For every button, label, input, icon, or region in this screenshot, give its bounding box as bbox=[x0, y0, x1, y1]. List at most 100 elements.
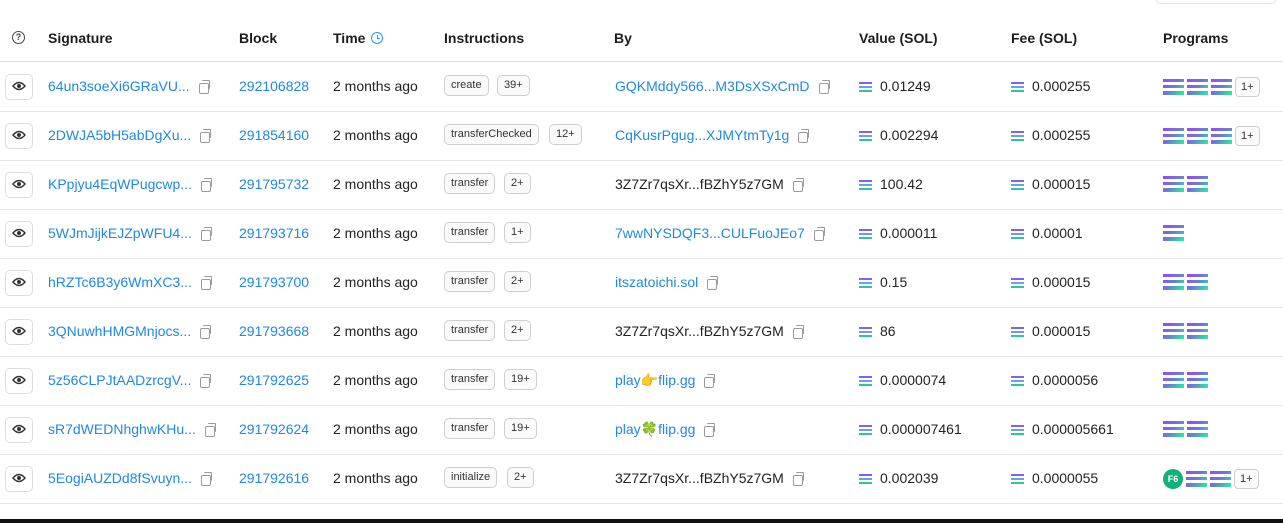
solana-program-icon[interactable] bbox=[1163, 322, 1184, 339]
signature-link[interactable]: 2DWJA5bH5abDgXu... bbox=[48, 127, 191, 143]
by-address[interactable]: play🍀flip.gg bbox=[615, 421, 695, 437]
solana-program-icon[interactable] bbox=[1187, 322, 1208, 339]
instruction-count-badge[interactable]: 2+ bbox=[504, 271, 531, 292]
copy-icon[interactable] bbox=[798, 129, 810, 143]
instruction-count-badge[interactable]: 12+ bbox=[549, 124, 582, 145]
signature-link[interactable]: hRZTc6B3y6WmXC3... bbox=[48, 274, 192, 290]
instruction-badge[interactable]: transfer bbox=[444, 418, 496, 439]
copy-icon[interactable] bbox=[704, 374, 716, 388]
copy-icon[interactable] bbox=[200, 374, 212, 388]
programs-more-badge[interactable]: 1+ bbox=[1235, 77, 1260, 97]
solana-program-icon[interactable] bbox=[1163, 371, 1184, 388]
block-link[interactable]: 292106828 bbox=[239, 78, 309, 94]
copy-icon[interactable] bbox=[704, 423, 716, 437]
program-avatar-f6[interactable]: F6 bbox=[1163, 469, 1183, 489]
signature-link[interactable]: 5WJmJijkEJZpWFU4... bbox=[48, 225, 192, 241]
block-link[interactable]: 291795732 bbox=[239, 176, 309, 192]
block-link[interactable]: 291793668 bbox=[239, 323, 309, 339]
view-details-button[interactable] bbox=[5, 123, 33, 149]
signature-link[interactable]: 3QNuwhHMGMnjocs... bbox=[48, 323, 191, 339]
instruction-badge[interactable]: transfer bbox=[444, 271, 496, 292]
instruction-count-badge[interactable]: 19+ bbox=[504, 418, 537, 439]
table-row[interactable]: 5EogiAUZDd8fSvuyn... 291792616 2 months … bbox=[0, 454, 1283, 504]
copy-icon[interactable] bbox=[792, 178, 804, 192]
copy-icon[interactable] bbox=[200, 129, 212, 143]
solana-program-icon[interactable] bbox=[1211, 128, 1232, 144]
copy-icon[interactable] bbox=[707, 276, 719, 290]
view-details-button[interactable] bbox=[5, 466, 33, 492]
table-row[interactable]: 3QNuwhHMGMnjocs... 291793668 2 months ag… bbox=[0, 307, 1283, 357]
solana-program-icon[interactable] bbox=[1187, 420, 1208, 437]
solana-program-icon[interactable] bbox=[1187, 371, 1208, 388]
table-row[interactable]: hRZTc6B3y6WmXC3... 291793700 2 months ag… bbox=[0, 258, 1283, 308]
view-details-button[interactable] bbox=[5, 319, 33, 345]
solana-program-icon[interactable] bbox=[1163, 273, 1184, 290]
instruction-badge[interactable]: transfer bbox=[444, 173, 496, 194]
clock-icon[interactable] bbox=[371, 32, 384, 44]
solana-program-icon[interactable] bbox=[1186, 471, 1207, 487]
solana-program-icon[interactable] bbox=[1187, 273, 1208, 290]
by-address[interactable]: 7wwNYSDQF3...CULFuoJEo7 bbox=[615, 225, 805, 241]
programs-more-badge[interactable]: 1+ bbox=[1234, 469, 1259, 489]
table-row[interactable]: 2DWJA5bH5abDgXu... 291854160 2 months ag… bbox=[0, 111, 1283, 161]
block-link[interactable]: 291792624 bbox=[239, 421, 309, 437]
help-icon[interactable]: ? bbox=[12, 31, 25, 44]
instruction-count-badge[interactable]: 1+ bbox=[504, 222, 531, 243]
block-link[interactable]: 291854160 bbox=[239, 127, 309, 143]
signature-link[interactable]: 64un3soeXi6GRaVU... bbox=[48, 78, 190, 94]
view-details-button[interactable] bbox=[5, 74, 33, 100]
instruction-badge[interactable]: initialize bbox=[444, 467, 498, 488]
copy-icon[interactable] bbox=[200, 276, 212, 290]
signature-link[interactable]: 5EogiAUZDd8fSvuyn... bbox=[48, 470, 192, 486]
by-address[interactable]: CqKusrPgug...XJMYtmTy1g bbox=[615, 127, 789, 143]
copy-icon[interactable] bbox=[200, 227, 212, 241]
solana-program-icon[interactable] bbox=[1163, 420, 1184, 437]
signature-link[interactable]: sR7dWEDNhghwKHu... bbox=[48, 421, 196, 437]
copy-icon[interactable] bbox=[792, 325, 804, 339]
block-link[interactable]: 291793700 bbox=[239, 274, 309, 290]
signature-link[interactable]: 5z56CLPJtAADzrcgV... bbox=[48, 372, 191, 388]
copy-icon[interactable] bbox=[813, 227, 825, 241]
copy-icon[interactable] bbox=[204, 423, 216, 437]
table-row[interactable]: sR7dWEDNhghwKHu... 291792624 2 months ag… bbox=[0, 405, 1283, 455]
solana-program-icon[interactable] bbox=[1187, 79, 1208, 95]
view-details-button[interactable] bbox=[5, 221, 33, 247]
instruction-count-badge[interactable]: 2+ bbox=[504, 320, 531, 341]
block-link[interactable]: 291792625 bbox=[239, 372, 309, 388]
copy-icon[interactable] bbox=[200, 325, 212, 339]
block-link[interactable]: 291792616 bbox=[239, 470, 309, 486]
top-partial-button[interactable] bbox=[1155, 0, 1277, 4]
instruction-count-badge[interactable]: 19+ bbox=[504, 369, 537, 390]
instruction-badge[interactable]: transfer bbox=[444, 222, 496, 243]
table-row[interactable]: 5WJmJijkEJZpWFU4... 291793716 2 months a… bbox=[0, 209, 1283, 259]
copy-icon[interactable] bbox=[818, 80, 830, 94]
table-row[interactable]: 64un3soeXi6GRaVU... 292106828 2 months a… bbox=[0, 62, 1283, 112]
instruction-badge[interactable]: transfer bbox=[444, 369, 496, 390]
col-time[interactable]: Time bbox=[333, 30, 384, 46]
copy-icon[interactable] bbox=[792, 472, 804, 486]
instruction-count-badge[interactable]: 2+ bbox=[504, 173, 531, 194]
view-details-button[interactable] bbox=[5, 172, 33, 198]
block-link[interactable]: 291793716 bbox=[239, 225, 309, 241]
solana-program-icon[interactable] bbox=[1163, 224, 1184, 241]
copy-icon[interactable] bbox=[200, 178, 212, 192]
instruction-count-badge[interactable]: 39+ bbox=[497, 75, 530, 96]
by-address[interactable]: play👉flip.gg bbox=[615, 372, 695, 388]
solana-program-icon[interactable] bbox=[1210, 471, 1231, 487]
solana-program-icon[interactable] bbox=[1187, 175, 1208, 192]
instruction-badge[interactable]: create bbox=[444, 75, 489, 96]
view-details-button[interactable] bbox=[5, 417, 33, 443]
solana-program-icon[interactable] bbox=[1163, 175, 1184, 192]
programs-more-badge[interactable]: 1+ bbox=[1235, 126, 1260, 146]
table-row[interactable]: 5z56CLPJtAADzrcgV... 291792625 2 months … bbox=[0, 356, 1283, 406]
by-address[interactable]: itszatoichi.sol bbox=[615, 274, 698, 290]
instruction-badge[interactable]: transfer bbox=[444, 320, 496, 341]
solana-program-icon[interactable] bbox=[1211, 79, 1232, 95]
instruction-count-badge[interactable]: 2+ bbox=[507, 467, 534, 488]
signature-link[interactable]: KPpjyu4EqWPugcwp... bbox=[48, 176, 192, 192]
table-row[interactable]: KPpjyu4EqWPugcwp... 291795732 2 months a… bbox=[0, 160, 1283, 210]
copy-icon[interactable] bbox=[200, 472, 212, 486]
copy-icon[interactable] bbox=[198, 80, 210, 94]
view-details-button[interactable] bbox=[5, 270, 33, 296]
by-address[interactable]: GQKMddy566...M3DsXSxCmD bbox=[615, 78, 810, 94]
